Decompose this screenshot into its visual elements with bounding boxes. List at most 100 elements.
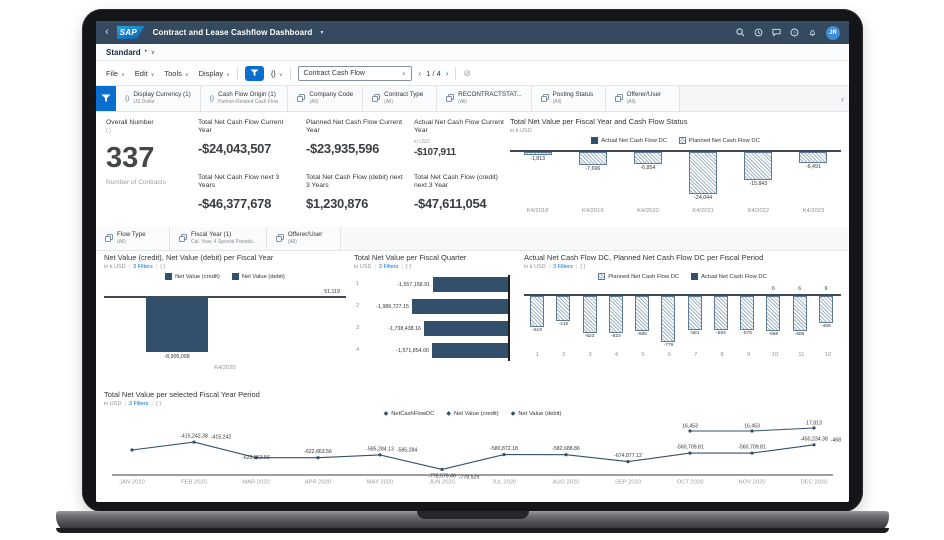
- filter-chip[interactable]: Flow Type (All): [96, 227, 170, 250]
- data-point[interactable]: [750, 429, 754, 433]
- next-page-icon[interactable]: ›: [446, 69, 449, 78]
- view-selector[interactable]: Standard: [106, 48, 141, 57]
- app-title[interactable]: Contract and Lease Cashflow Dashboard: [153, 28, 313, 37]
- data-label: -586: [768, 332, 779, 337]
- data-point[interactable]: [812, 426, 816, 430]
- toolbar-separator: [455, 66, 457, 80]
- chart-filters-link[interactable]: 3 Filters: [129, 401, 149, 407]
- x-axis-label: AUG 2020: [552, 480, 579, 486]
- filter-button[interactable]: [244, 65, 264, 81]
- help-icon[interactable]: ?: [790, 28, 799, 37]
- chart-filters-link[interactable]: 3 Filters: [379, 264, 399, 270]
- back-icon[interactable]: ‹: [105, 27, 109, 38]
- data-point[interactable]: [316, 456, 320, 460]
- bar[interactable]: [608, 296, 623, 333]
- filter-chip[interactable]: Company Code (All): [288, 86, 364, 111]
- kpi-tile[interactable]: Total Net Cash Flow (credit) next 3 Year…: [412, 172, 506, 225]
- bar[interactable]: [433, 277, 508, 292]
- kpi-tile[interactable]: Actual Net Cash Flow Current Year in USD -…: [412, 117, 506, 170]
- chart-monthly: Total Net Value per selected Fiscal Year…: [104, 390, 841, 487]
- chart-legend: Planned Net Cash Flow DC Actual Net Cash …: [524, 273, 841, 280]
- kpi-tile[interactable]: Total Net Cash Flow Current Year -$24,043…: [196, 117, 300, 170]
- legend-label: NetCashFlowDC: [391, 410, 435, 417]
- chat-icon[interactable]: [772, 28, 781, 37]
- bar[interactable]: [432, 343, 508, 358]
- menu-display[interactable]: Display: [199, 69, 230, 78]
- menu-tools[interactable]: Tools: [164, 69, 188, 78]
- chip-text: Display Currency (1) US Dollar: [133, 91, 190, 105]
- filter-chip[interactable]: {} Display Currency (1) US Dollar: [116, 86, 201, 111]
- data-label: -778,529: [459, 474, 480, 480]
- bar[interactable]: [424, 321, 508, 336]
- bar[interactable]: [523, 152, 552, 155]
- filter-chip[interactable]: Contract Type (All): [363, 86, 438, 111]
- filter-chip[interactable]: Posting Status (All): [531, 86, 606, 111]
- filter-chip[interactable]: RECONTRACTSTAT... (All): [437, 86, 532, 111]
- bar[interactable]: [633, 152, 662, 164]
- page-select[interactable]: Contract Cash Flow: [297, 65, 412, 81]
- bar[interactable]: [556, 296, 571, 321]
- category-label: 6: [667, 352, 671, 358]
- filter-chip[interactable]: Offerer/User (All): [266, 227, 341, 250]
- legend-label: Net Value (debit): [241, 273, 285, 280]
- menu-label: Tools: [164, 68, 182, 78]
- filter-lead-chip[interactable]: [96, 86, 116, 111]
- chart-filters-link[interactable]: 3 Filters: [553, 264, 573, 270]
- bar[interactable]: [799, 152, 828, 163]
- chip-sub: (All): [626, 99, 636, 106]
- data-point[interactable]: [378, 453, 382, 457]
- data-point[interactable]: [812, 443, 816, 447]
- data-point[interactable]: [626, 460, 630, 464]
- bar[interactable]: [578, 152, 607, 165]
- clear-icon[interactable]: ⊘: [463, 68, 471, 79]
- data-point[interactable]: [688, 429, 692, 433]
- filter-chip[interactable]: Offerer/User (All): [605, 86, 680, 111]
- menu-edit[interactable]: Edit: [135, 69, 155, 78]
- chip-scroll-icon[interactable]: ‹: [836, 86, 849, 111]
- kpi-overall-number[interactable]: Overall Number ( ) 337 Number of Contrac…: [104, 117, 192, 225]
- data-point[interactable]: [192, 440, 196, 444]
- search-icon[interactable]: [736, 28, 745, 37]
- chip-text: Offerer/User (All): [627, 91, 662, 105]
- avatar[interactable]: JR: [826, 25, 840, 40]
- kpi-tile[interactable]: Total Net Cash Flow (debit) next 3 Years…: [304, 172, 408, 225]
- filter-chip[interactable]: Fiscal Year (1) Cal. Year, 4 Special Peri…: [170, 227, 267, 250]
- prev-page-icon[interactable]: ‹: [419, 69, 422, 78]
- data-point[interactable]: [502, 453, 506, 457]
- bar[interactable]: [740, 296, 755, 330]
- data-point[interactable]: [440, 467, 444, 471]
- notifications-icon[interactable]: [808, 28, 817, 37]
- kpi-tile[interactable]: Planned Net Cash Flow Current Year -$23,9…: [304, 117, 408, 170]
- data-point[interactable]: [564, 453, 568, 457]
- bar[interactable]: [818, 296, 833, 323]
- formula-menu[interactable]: {}: [271, 69, 283, 78]
- data-point[interactable]: [688, 451, 692, 455]
- kpi-tile[interactable]: Total Net Cash Flow next 3 Years -$46,377…: [196, 172, 300, 225]
- bar[interactable]: [146, 298, 208, 352]
- kpi-value: -$107,911: [414, 146, 456, 158]
- bar[interactable]: [744, 152, 773, 180]
- bar[interactable]: [582, 296, 597, 333]
- bar[interactable]: [635, 296, 650, 331]
- bar[interactable]: [530, 296, 545, 327]
- chart-filters-link[interactable]: 3 Filters: [133, 264, 153, 270]
- bar[interactable]: [661, 296, 676, 342]
- bar[interactable]: [766, 296, 781, 331]
- bar[interactable]: [792, 296, 807, 331]
- bar[interactable]: [412, 299, 508, 314]
- data-point[interactable]: [750, 451, 754, 455]
- copy-icon: [297, 93, 306, 104]
- bar[interactable]: [689, 152, 718, 194]
- copy-icon: [540, 93, 549, 104]
- chevron-down-icon[interactable]: ∨: [151, 49, 155, 56]
- title-caret-icon[interactable]: ▾: [320, 29, 323, 36]
- chip-sub: (All): [552, 99, 562, 106]
- menu-file[interactable]: File: [106, 69, 125, 78]
- bar[interactable]: [713, 296, 728, 330]
- bar[interactable]: [687, 296, 702, 330]
- copy-icon: [105, 233, 113, 244]
- clock-icon[interactable]: [754, 28, 763, 37]
- filter-chip[interactable]: {} Cash Flow Origin (1) Partner-Related Ca…: [200, 86, 289, 111]
- data-point[interactable]: [130, 448, 134, 452]
- zero-line: [510, 150, 841, 152]
